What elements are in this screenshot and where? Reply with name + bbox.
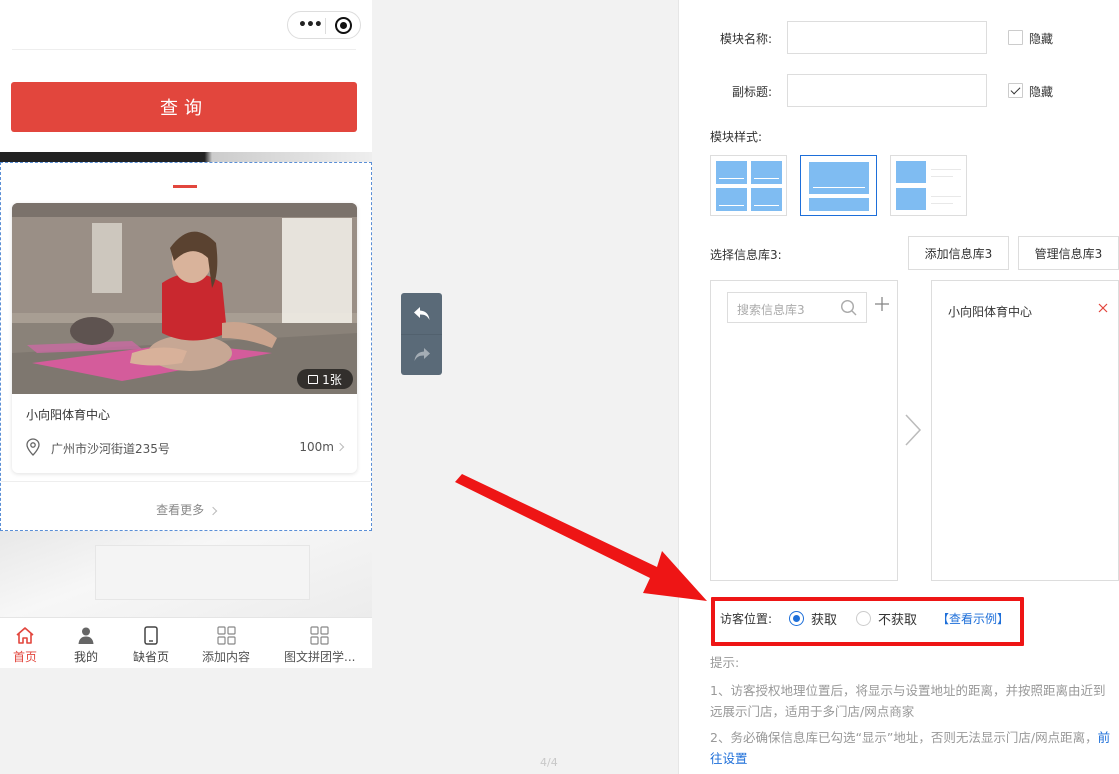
subtitle-input[interactable]: [787, 74, 987, 107]
query-button[interactable]: 查询: [11, 82, 357, 132]
view-example-link[interactable]: 【查看示例】: [937, 610, 1009, 627]
store-card[interactable]: 1张 小向阳体育中心 广州市沙河街道235号 100m: [12, 203, 357, 473]
store-distance: 100m: [299, 440, 345, 454]
divider: [1, 481, 371, 482]
chevron-right-icon: [335, 442, 345, 452]
grid-icon: [310, 626, 329, 645]
style-option-grid[interactable]: [710, 155, 787, 216]
see-more-link[interactable]: 查看更多: [1, 501, 371, 518]
chevron-right-icon: [208, 506, 218, 516]
tab-label: 首页: [13, 650, 38, 664]
divider: [12, 49, 356, 50]
user-icon: [78, 627, 94, 644]
hide-label: 隐藏: [1029, 32, 1054, 46]
tip-line-1: 1、访客授权地理位置后，将显示与设置地址的距离，并按照距离由近到远展示门店，适用…: [710, 683, 1106, 719]
store-list-module[interactable]: 1张 小向阳体育中心 广州市沙河街道235号 100m 查看更多: [0, 162, 372, 531]
grid-icon: [216, 626, 236, 645]
chevron-right-icon[interactable]: [902, 412, 924, 448]
more-icon[interactable]: •••: [298, 17, 323, 33]
tab-default-page[interactable]: 缺省页: [133, 626, 169, 665]
settings-panel: 模块名称: 隐藏 副标题: 隐藏 模块样式: 选择信息库3: 添加信息库3 管理…: [678, 0, 1119, 774]
photo-count-badge: 1张: [297, 369, 353, 389]
capsule-divider: [325, 18, 326, 34]
tab-label: 我的: [74, 650, 99, 664]
tab-home[interactable]: 首页: [13, 626, 37, 665]
hide-module-name-checkbox[interactable]: [1008, 30, 1023, 45]
bottom-tabbar: 首页 我的 缺省页 添加内容 图文拼团学...: [0, 617, 372, 668]
radio-label-get: 获取: [811, 613, 838, 628]
style-option-list[interactable]: [800, 155, 877, 216]
style-option-thumbnail[interactable]: [890, 155, 967, 216]
module-title-accent: [173, 185, 197, 188]
tips-title: 提示:: [710, 655, 740, 670]
search-icon[interactable]: [840, 299, 858, 317]
history-controls: [401, 293, 442, 375]
radio-no-location[interactable]: [856, 611, 871, 626]
location-pin-icon: [26, 438, 40, 456]
distance-value: 100m: [299, 440, 334, 454]
search-placeholder: 搜索信息库3: [737, 303, 805, 317]
banner-strip: [0, 152, 372, 162]
faded-block: [95, 545, 310, 600]
mobile-icon: [144, 626, 158, 645]
hide-label: 隐藏: [1029, 85, 1054, 99]
tab-label: 添加内容: [202, 650, 251, 664]
manage-library-button[interactable]: 管理信息库3: [1018, 236, 1119, 270]
image-icon: [308, 374, 319, 384]
store-name: 小向阳体育中心: [26, 408, 111, 422]
plus-icon[interactable]: [875, 297, 889, 311]
phone-header: ••• 查询: [0, 0, 372, 152]
undo-button[interactable]: [401, 293, 442, 334]
tab-label: 缺省页: [133, 650, 170, 664]
visitor-location-label: 访客位置:: [720, 612, 773, 626]
undo-icon: [413, 306, 429, 320]
close-icon[interactable]: [1098, 303, 1108, 313]
library-selected-list: 小向阳体育中心: [931, 280, 1119, 581]
redo-button[interactable]: [401, 334, 442, 375]
module-style-label: 模块样式:: [710, 130, 763, 144]
library-search[interactable]: 搜索信息库3: [727, 292, 867, 323]
tab-label: 图文拼团学...: [284, 650, 356, 664]
tip-line-2: 2、务必确保信息库已勾选“显示”地址，否则无法显示门店/网点距离，前往设置: [710, 727, 1112, 769]
home-icon: [16, 627, 34, 644]
tab-mine[interactable]: 我的: [74, 626, 98, 665]
background-area: [0, 531, 372, 617]
tab-group-buy[interactable]: 图文拼团学...: [284, 626, 355, 665]
see-more-label: 查看更多: [156, 503, 205, 517]
module-name-input[interactable]: [787, 21, 987, 54]
mini-program-capsule[interactable]: •••: [287, 11, 361, 39]
selected-library-item: 小向阳体育中心: [948, 305, 1033, 319]
photo-count: 1张: [322, 372, 342, 387]
tab-add-content[interactable]: 添加内容: [202, 626, 250, 665]
page-indicator: 4/4: [540, 756, 558, 769]
close-target-icon[interactable]: [335, 17, 352, 34]
store-address: 广州市沙河街道235号: [51, 442, 170, 456]
hide-subtitle-checkbox[interactable]: [1008, 83, 1023, 98]
library-label: 选择信息库3:: [710, 248, 782, 262]
phone-preview: ••• 查询 1张 小向阳体育中心 广州市沙河街道235号 100m 查看更多 …: [0, 0, 372, 668]
radio-label-no: 不获取: [878, 613, 918, 628]
subtitle-label: 副标题:: [732, 85, 773, 99]
radio-get-location[interactable]: [789, 611, 804, 626]
add-library-button[interactable]: 添加信息库3: [908, 236, 1009, 270]
redo-icon: [414, 348, 430, 361]
store-photo: [12, 203, 357, 394]
module-name-label: 模块名称:: [720, 32, 773, 46]
library-source-list: 搜索信息库3: [710, 280, 898, 581]
tip-line-2-text: 2、务必确保信息库已勾选“显示”地址，否则无法显示门店/网点距离，: [710, 730, 1098, 745]
